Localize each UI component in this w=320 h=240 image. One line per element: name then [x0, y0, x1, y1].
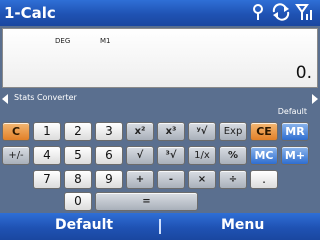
reciprocal-button[interactable]: 1/x	[188, 146, 216, 165]
sign-toggle-button[interactable]: +/-	[2, 146, 30, 165]
digit-8-button[interactable]: 8	[64, 170, 92, 189]
calculator-display: DEG M1 0.	[2, 28, 318, 88]
square-button[interactable]: x²	[126, 122, 154, 141]
connection-icon[interactable]	[248, 3, 268, 23]
digit-4-button[interactable]: 4	[33, 146, 61, 165]
digit-1-button[interactable]: 1	[33, 122, 61, 141]
decimal-point-button[interactable]: .	[250, 170, 278, 189]
divide-button[interactable]: ÷	[219, 170, 247, 189]
digit-3-button[interactable]: 3	[95, 122, 123, 141]
digit-7-button[interactable]: 7	[33, 170, 61, 189]
digit-6-button[interactable]: 6	[95, 146, 123, 165]
memory-recall-button[interactable]: MR	[281, 122, 309, 141]
equals-button[interactable]: =	[95, 192, 198, 211]
percent-button[interactable]: %	[219, 146, 247, 165]
digit-0-button[interactable]: 0	[64, 192, 92, 211]
soft-key-divider	[159, 219, 161, 234]
right-arrow-icon[interactable]	[312, 94, 318, 104]
clear-button[interactable]: C	[2, 122, 30, 141]
digit-2-button[interactable]: 2	[64, 122, 92, 141]
left-arrow-icon[interactable]	[2, 94, 8, 104]
clear-entry-button[interactable]: CE	[250, 122, 278, 141]
app-title: 1-Calc	[4, 4, 56, 22]
subtract-button[interactable]: -	[157, 170, 185, 189]
multiply-button[interactable]: ×	[188, 170, 216, 189]
signal-strength-icon[interactable]	[294, 3, 316, 23]
title-bar: 1-Calc	[0, 0, 320, 26]
mode-selector: Stats Converter Default	[0, 92, 320, 118]
angle-mode-indicator: DEG	[55, 37, 71, 45]
memory-add-button[interactable]: M+	[281, 146, 309, 165]
digit-5-button[interactable]: 5	[64, 146, 92, 165]
cube-button[interactable]: x³	[157, 122, 185, 141]
mode-left-label[interactable]: Stats Converter	[14, 93, 77, 102]
softkey-default[interactable]: Default	[55, 217, 113, 233]
exp-button[interactable]: Exp	[219, 122, 247, 141]
yth-root-button[interactable]: ʸ√	[188, 122, 216, 141]
memory-indicator: M1	[100, 37, 111, 45]
keypad: C 1 2 3 x² x³ ʸ√ Exp CE MR +/- 4 5 6 √ ³…	[0, 120, 320, 212]
memory-clear-button[interactable]: MC	[250, 146, 278, 165]
digit-9-button[interactable]: 9	[95, 170, 123, 189]
add-button[interactable]: +	[126, 170, 154, 189]
square-root-button[interactable]: √	[126, 146, 154, 165]
sync-icon[interactable]	[270, 3, 292, 23]
softkey-menu[interactable]: Menu	[221, 217, 264, 233]
soft-key-bar: Default Menu	[0, 213, 320, 240]
cube-root-button[interactable]: ³√	[157, 146, 185, 165]
display-value: 0.	[295, 63, 312, 83]
mode-right-label[interactable]: Default	[278, 107, 307, 116]
